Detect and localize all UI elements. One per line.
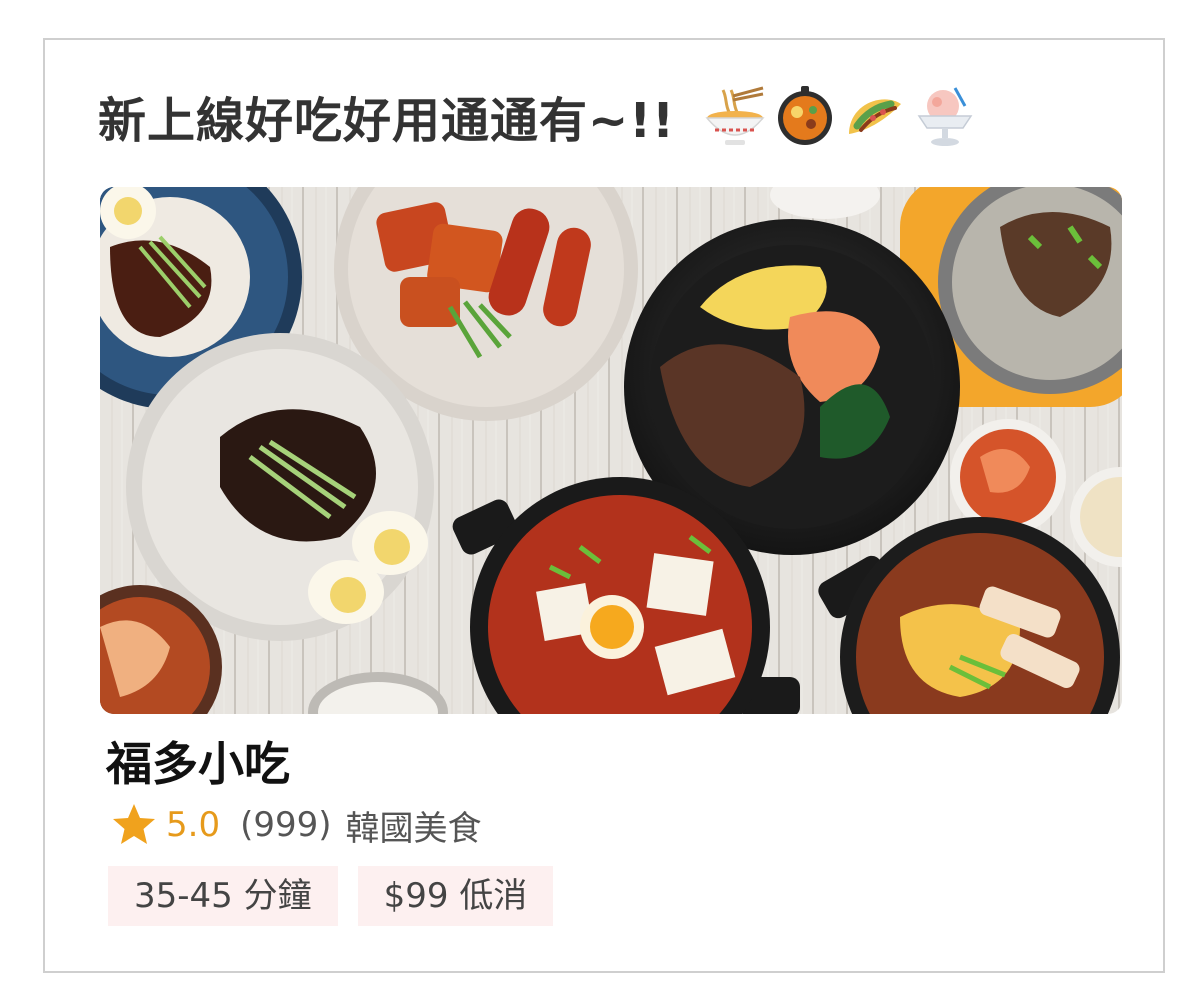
cuisine-category: 韓國美食 (345, 808, 482, 849)
store-name[interactable]: 福多小吃 (106, 728, 290, 794)
promo-headline: 新上線好吃好用通通有~!! (98, 76, 977, 156)
food-photo-image (100, 187, 1122, 714)
star-icon (113, 804, 155, 844)
headline-text: 新上線好吃好用通通有~!! (98, 93, 676, 149)
delivery-time-badge: 35-45 分鐘 (108, 866, 338, 926)
food-photo[interactable] (100, 187, 1122, 714)
taco-icon (849, 99, 902, 134)
shaved-ice-icon (917, 87, 973, 146)
ramen-bowl-icon (705, 86, 765, 145)
review-count: (999) (240, 805, 332, 845)
hot-pot-icon (778, 86, 833, 145)
emoji-row (703, 84, 977, 148)
store-meta: 5.0 (999) 韓國美食 (110, 800, 482, 850)
rating-value: 5.0 (166, 805, 221, 845)
min-order-badge: $99 低消 (357, 866, 554, 926)
store-tags: 35-45 分鐘 $99 低消 (108, 866, 554, 926)
